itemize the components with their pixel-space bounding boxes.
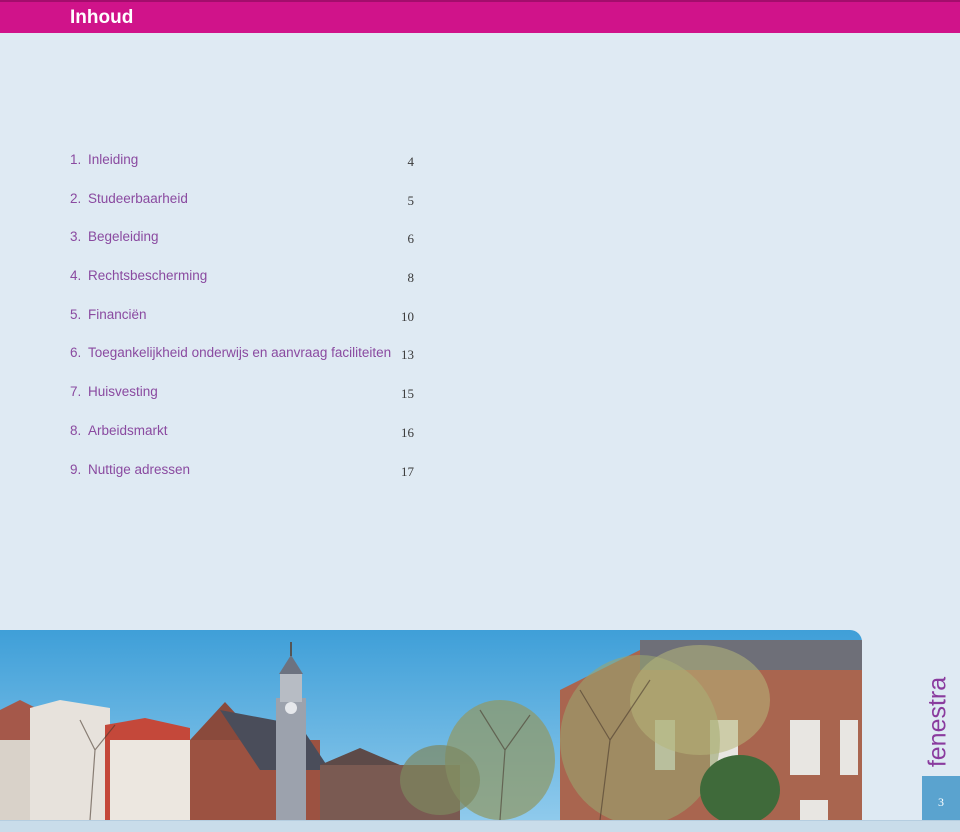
toc-page: 13 — [401, 347, 414, 363]
toc-number: 3. — [70, 229, 82, 245]
header-bar: Inhoud — [0, 0, 960, 33]
toc-number: 8. — [70, 422, 82, 438]
city-photo — [0, 630, 862, 820]
toc-item[interactable]: 3. Begeleiding 6 — [70, 227, 420, 266]
toc-label: Rechtsbescherming — [88, 268, 208, 284]
toc-page: 16 — [401, 424, 414, 440]
toc-label: Nuttige adressen — [88, 461, 191, 477]
toc-page: 6 — [407, 231, 415, 247]
city-illustration — [0, 630, 862, 820]
page-title: Inhoud — [70, 7, 134, 28]
table-of-contents: 1. Inleiding 4 2. Studeerbaarheid 5 3. B… — [70, 150, 420, 498]
toc-label: Studeerbaarheid — [88, 190, 188, 206]
toc-item[interactable]: 7. Huisvesting 15 — [70, 382, 420, 421]
toc-number: 7. — [70, 384, 82, 400]
toc-label: Toegankelijkheid onderwijs en aanvraag f… — [88, 345, 392, 361]
toc-item[interactable]: 4. Rechtsbescherming 8 — [70, 266, 420, 305]
toc-page: 8 — [407, 270, 415, 286]
toc-page: 5 — [407, 192, 415, 208]
toc-number: 6. — [70, 345, 82, 361]
bottom-strip — [0, 820, 960, 832]
toc-page: 17 — [401, 463, 414, 479]
toc-label: Financiën — [88, 306, 147, 322]
toc-page: 15 — [401, 386, 414, 402]
toc-number: 1. — [70, 152, 82, 167]
brand-name: fenestra — [923, 676, 952, 768]
page-number: 3 — [938, 795, 944, 809]
toc-label: Arbeidsmarkt — [88, 422, 168, 438]
page-number-box: 3 — [922, 776, 960, 820]
toc-page: 4 — [407, 154, 415, 169]
toc-item[interactable]: 2. Studeerbaarheid 5 — [70, 189, 420, 228]
toc-item[interactable]: 6. Toegankelijkheid onderwijs en aanvraa… — [70, 343, 420, 382]
toc-item[interactable]: 9. Nuttige adressen 17 — [70, 460, 420, 499]
toc-item[interactable]: 8. Arbeidsmarkt 16 — [70, 421, 420, 460]
toc-number: 9. — [70, 461, 82, 477]
toc-label: Inleiding — [88, 152, 139, 167]
toc-item[interactable]: 1. Inleiding 4 — [70, 150, 420, 189]
toc-number: 2. — [70, 190, 82, 206]
toc-page: 10 — [401, 308, 414, 324]
brand-logo: fenestra — [918, 675, 958, 770]
toc-number: 5. — [70, 306, 82, 322]
toc-number: 4. — [70, 268, 82, 284]
toc-label: Begeleiding — [88, 229, 159, 245]
toc-item[interactable]: 5. Financiën 10 — [70, 305, 420, 344]
toc-label: Huisvesting — [88, 384, 158, 400]
